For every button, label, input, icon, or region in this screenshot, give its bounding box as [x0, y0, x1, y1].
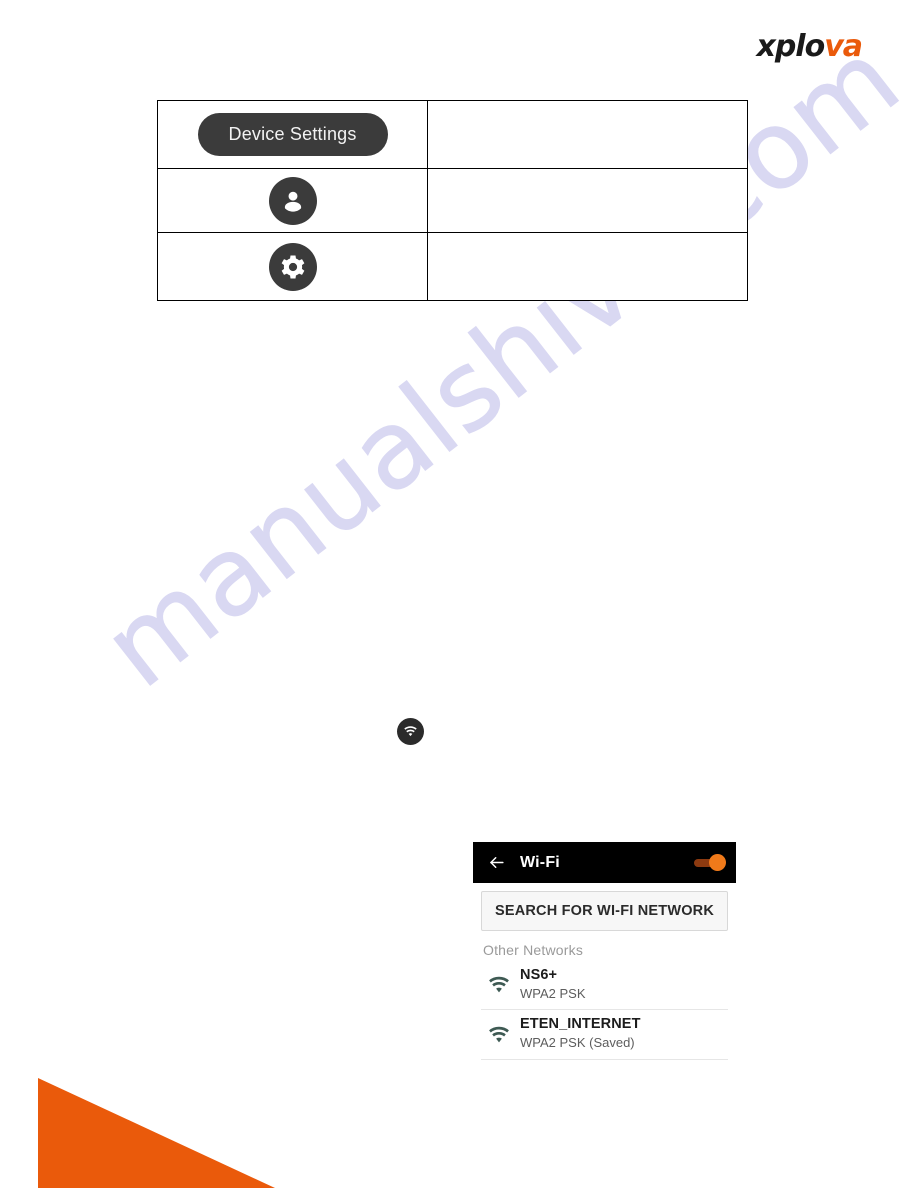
- table-row: Device Settings: [156, 100, 748, 169]
- device-settings-table: Device Settings: [156, 100, 748, 301]
- table-cell-description: [427, 232, 748, 301]
- wifi-signal-icon: [483, 974, 520, 994]
- wifi-toggle-knob: [709, 854, 726, 871]
- wifi-panel-body: SEARCH FOR WI-FI NETWORK Other Networks …: [473, 883, 736, 1060]
- network-security: WPA2 PSK (Saved): [520, 1035, 635, 1051]
- wifi-settings-panel: Wi-Fi SEARCH FOR WI-FI NETWORK Other Net…: [473, 842, 736, 1060]
- brand-logo-accent-part: va: [824, 29, 863, 64]
- wifi-panel-title: Wi-Fi: [520, 853, 560, 871]
- watermark-layer: manualshive.com: [0, 16, 918, 940]
- wifi-network-list: NS6+ WPA2 PSK ETEN_INTERNET WPA2 PSK (Sa…: [481, 961, 728, 1060]
- list-item[interactable]: NS6+ WPA2 PSK: [481, 961, 728, 1011]
- list-item[interactable]: ETEN_INTERNET WPA2 PSK (Saved): [481, 1010, 728, 1060]
- table-cell-icon: Device Settings: [156, 100, 429, 169]
- corner-triangle-decoration: [38, 1078, 275, 1188]
- brand-logo: xplova: [756, 29, 863, 64]
- wifi-signal-icon: [483, 1024, 520, 1044]
- table-cell-icon: [156, 168, 429, 233]
- document-page: manualshive.com xplova Device Settings W…: [0, 0, 918, 1188]
- table-cell-description: [427, 100, 748, 169]
- wifi-toggle-switch[interactable]: [694, 854, 726, 871]
- search-wifi-network-button[interactable]: SEARCH FOR WI-FI NETWORK: [481, 891, 728, 931]
- network-info: ETEN_INTERNET WPA2 PSK (Saved): [520, 1015, 726, 1051]
- account-icon[interactable]: [268, 176, 317, 225]
- network-ssid: NS6+: [520, 967, 558, 983]
- table-cell-description: [427, 168, 748, 233]
- table-row: [156, 232, 748, 301]
- wifi-icon[interactable]: [397, 718, 424, 745]
- network-info: NS6+ WPA2 PSK: [520, 966, 726, 1002]
- back-arrow-icon[interactable]: [485, 852, 507, 874]
- gear-icon[interactable]: [268, 242, 317, 291]
- table-cell-icon: [156, 232, 429, 301]
- other-networks-label: Other Networks: [483, 942, 584, 958]
- wifi-panel-header: Wi-Fi: [473, 842, 736, 883]
- table-row: [156, 168, 748, 233]
- network-ssid: ETEN_INTERNET: [520, 1016, 641, 1033]
- brand-logo-dark-part: xplo: [756, 29, 825, 64]
- device-settings-button[interactable]: Device Settings: [197, 113, 388, 156]
- network-security: WPA2 PSK: [520, 985, 586, 1001]
